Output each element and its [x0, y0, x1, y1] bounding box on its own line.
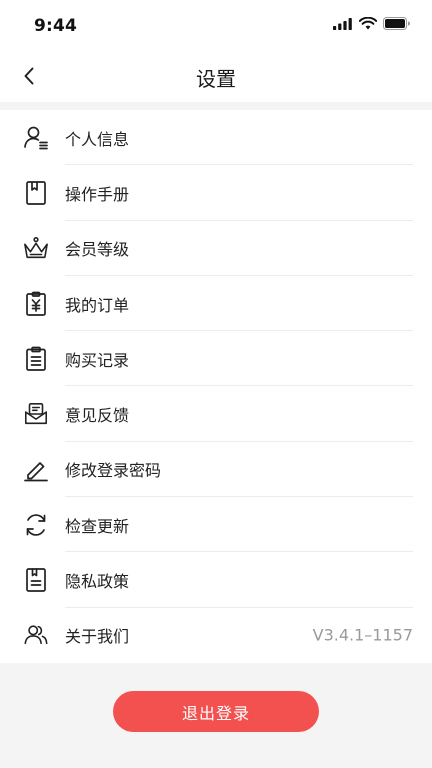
settings-list: 个人信息 操作手册 会员等级 我的订单 购买记录 意见反馈 修改登录密码 检查更… — [0, 110, 432, 663]
settings-item-label: 操作手册 — [65, 184, 130, 204]
status-time: 9:44 — [34, 16, 78, 36]
page-title: 设置 — [196, 67, 236, 91]
settings-item-label: 我的订单 — [65, 295, 130, 315]
settings-item-feedback[interactable]: 意见反馈 — [0, 386, 432, 442]
settings-item-label: 意见反馈 — [65, 406, 130, 426]
battery-icon — [383, 17, 410, 30]
order-receipt-icon — [23, 291, 49, 317]
status-icons — [333, 17, 410, 30]
manual-book-icon — [23, 180, 49, 206]
settings-item-label: 会员等级 — [65, 240, 130, 260]
nav-bar: 设置 — [0, 50, 432, 102]
settings-item-label: 关于我们 — [65, 627, 130, 647]
settings-item-check-update[interactable]: 检查更新 — [0, 497, 432, 553]
settings-item-manual[interactable]: 操作手册 — [0, 165, 432, 221]
user-profile-icon — [23, 125, 49, 151]
settings-item-profile[interactable]: 个人信息 — [0, 110, 432, 166]
feedback-mail-icon — [23, 401, 49, 427]
status-bar: 9:44 — [0, 0, 432, 50]
signal-icon — [333, 17, 353, 30]
settings-item-membership[interactable]: 会员等级 — [0, 221, 432, 276]
settings-item-orders[interactable]: 我的订单 — [0, 276, 432, 332]
settings-item-label: 个人信息 — [65, 129, 130, 149]
section-gap — [0, 102, 432, 110]
settings-item-label: 检查更新 — [65, 516, 130, 536]
footer-area: 退出登录 — [0, 663, 432, 768]
crown-icon — [23, 235, 49, 261]
settings-item-label: 修改登录密码 — [65, 461, 162, 481]
app-version: V3.4.1–1157 — [312, 625, 413, 645]
settings-item-privacy[interactable]: 隐私政策 — [0, 552, 432, 608]
settings-item-label: 隐私政策 — [65, 572, 130, 592]
edit-pencil-icon — [23, 456, 49, 482]
settings-item-change-password[interactable]: 修改登录密码 — [0, 442, 432, 498]
settings-item-purchases[interactable]: 购买记录 — [0, 331, 432, 387]
settings-item-about[interactable]: 关于我们 V3.4.1–1157 — [0, 608, 432, 663]
settings-item-label: 购买记录 — [65, 350, 130, 370]
logout-button[interactable]: 退出登录 — [113, 691, 319, 732]
privacy-document-icon — [23, 567, 49, 593]
refresh-icon — [23, 512, 49, 538]
team-users-icon — [23, 622, 49, 648]
wifi-icon — [359, 17, 377, 30]
purchase-clipboard-icon — [23, 346, 49, 372]
